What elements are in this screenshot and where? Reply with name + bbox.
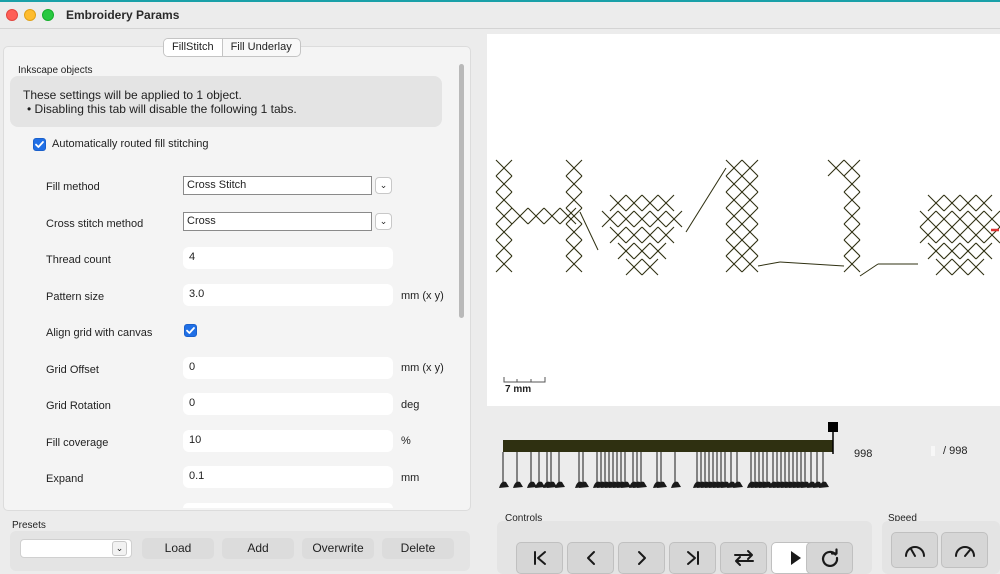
presets-label: Presets xyxy=(12,520,46,531)
scale-label: 7 mm xyxy=(505,384,532,395)
chevron-left-icon xyxy=(586,551,595,565)
cross-stitch-method-select[interactable]: Cross xyxy=(183,212,372,231)
grid-rotation-label: Grid Rotation xyxy=(46,400,111,412)
fill-method-label: Fill method xyxy=(46,181,100,193)
section-label: Inkscape objects xyxy=(18,65,93,76)
load-button[interactable]: Load xyxy=(142,538,214,559)
checkmark-icon xyxy=(35,141,44,148)
thread-count-input[interactable]: 4 xyxy=(183,247,393,269)
slower-button[interactable] xyxy=(891,532,938,568)
auto-route-label: Automatically routed fill stitching xyxy=(52,138,209,150)
swap-direction-button[interactable] xyxy=(720,542,767,574)
play-icon xyxy=(790,551,801,565)
tab-fillstitch[interactable]: FillStitch xyxy=(164,39,223,56)
preview-canvas[interactable] xyxy=(487,34,1000,406)
restart-button[interactable] xyxy=(806,542,853,574)
grid-offset-input[interactable]: 0 xyxy=(183,357,393,379)
cross-stitch-method-dropdown-button[interactable]: ⌄ xyxy=(375,213,392,230)
chevron-right-icon xyxy=(637,551,646,565)
tab-fill-underlay[interactable]: Fill Underlay xyxy=(223,39,300,56)
stitch-preview xyxy=(495,159,1000,277)
speed-fast-icon xyxy=(954,546,975,557)
fill-method-dropdown-button[interactable]: ⌄ xyxy=(375,177,392,194)
chevron-down-icon: ⌄ xyxy=(112,541,127,556)
chevron-down-icon: ⌄ xyxy=(379,180,388,190)
params-scrollbar-thumb[interactable] xyxy=(459,64,464,318)
pattern-size-input[interactable]: 3.0 xyxy=(183,284,393,306)
pattern-size-unit: mm (x y) xyxy=(401,290,444,302)
auto-route-checkbox[interactable] xyxy=(33,138,46,151)
skip-to-start-button[interactable] xyxy=(516,542,563,574)
next-param-input-partial[interactable] xyxy=(183,503,393,508)
window-title: Embroidery Params xyxy=(66,8,180,22)
next-button[interactable] xyxy=(618,542,665,574)
speed-slow-icon xyxy=(904,546,925,557)
overwrite-button[interactable]: Overwrite xyxy=(302,538,374,559)
fill-coverage-label: Fill coverage xyxy=(46,437,109,449)
current-stitch-count: 998 xyxy=(854,448,873,460)
info-line-2: • Disabling this tab will disable the fo… xyxy=(27,102,297,116)
thread-count-label: Thread count xyxy=(46,254,111,266)
tab-bar: FillStitch Fill Underlay xyxy=(163,38,301,57)
close-window-button[interactable] xyxy=(6,9,18,21)
skip-to-start-icon xyxy=(533,551,546,565)
delete-button[interactable]: Delete xyxy=(382,538,454,559)
minimize-window-button[interactable] xyxy=(24,9,36,21)
expand-input[interactable]: 0.1 xyxy=(183,466,393,488)
expand-unit: mm xyxy=(401,472,420,484)
grid-offset-label: Grid Offset xyxy=(46,364,99,376)
swap-arrows-icon xyxy=(733,550,754,566)
add-button[interactable]: Add xyxy=(222,538,294,559)
stitch-timeline[interactable] xyxy=(487,410,1000,505)
info-line-1: These settings will be applied to 1 obje… xyxy=(23,88,242,102)
cross-stitch-method-label: Cross stitch method xyxy=(46,218,144,230)
skip-to-end-icon xyxy=(686,551,699,565)
zoom-window-button[interactable] xyxy=(42,9,54,21)
skip-to-end-button[interactable] xyxy=(669,542,716,574)
checkmark-icon xyxy=(186,327,195,334)
fill-coverage-input[interactable]: 10 xyxy=(183,430,393,452)
grid-rotation-unit: deg xyxy=(401,399,420,411)
chevron-down-icon: ⌄ xyxy=(379,216,388,226)
title-bar-accent xyxy=(0,0,1000,2)
count-separator xyxy=(931,446,935,456)
scale-bar xyxy=(503,377,546,383)
total-stitch-count: / 998 xyxy=(943,445,968,457)
grid-offset-unit: mm (x y) xyxy=(401,362,444,374)
expand-label: Expand xyxy=(46,473,84,485)
previous-button[interactable] xyxy=(567,542,614,574)
align-grid-checkbox[interactable] xyxy=(184,324,197,337)
pattern-size-label: Pattern size xyxy=(46,291,105,303)
restart-icon xyxy=(821,548,838,567)
fill-method-select[interactable]: Cross Stitch xyxy=(183,176,372,195)
align-grid-label: Align grid with canvas xyxy=(46,327,153,339)
fill-coverage-unit: % xyxy=(401,435,411,447)
grid-rotation-input[interactable]: 0 xyxy=(183,393,393,415)
faster-button[interactable] xyxy=(941,532,988,568)
presets-select[interactable]: ⌄ xyxy=(20,539,132,558)
timeline-panel xyxy=(487,410,1000,505)
